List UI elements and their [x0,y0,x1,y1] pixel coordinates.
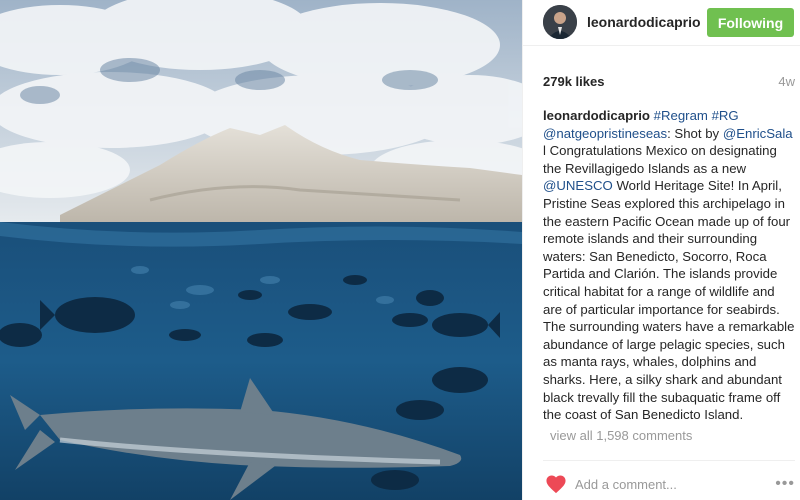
comment-footer: ••• [543,460,795,500]
caption-username[interactable]: leonardodicaprio [543,108,650,123]
following-button[interactable]: Following [707,8,794,37]
mention-natgeopristineseas[interactable]: @natgeopristineseas [543,126,667,141]
post-header: leonardodicaprio Following [523,0,800,46]
avatar[interactable] [543,5,577,39]
underwater-shark-image [0,0,522,500]
caption: leonardodicaprio #Regram #RG @natgeopris… [543,107,795,424]
likes-row: 279k likes 4w [543,74,795,92]
caption-text-3: World Heritage Site! In April, Pristine … [543,178,795,423]
post-sidebar: leonardodicaprio Following 279k likes 4w… [522,0,800,500]
caption-text-2: l Congratulations Mexico on designating … [543,143,777,176]
heart-icon[interactable] [545,474,567,494]
view-all-comments-link[interactable]: view all 1,598 comments [550,428,692,443]
add-comment-input[interactable] [575,474,755,494]
header-username[interactable]: leonardodicaprio [587,14,701,30]
avatar-image [543,5,577,39]
hashtag-regram[interactable]: #Regram [654,108,708,123]
mention-unesco[interactable]: @UNESCO [543,178,613,193]
more-options-icon[interactable]: ••• [775,475,795,493]
hashtag-rg[interactable]: #RG [712,108,739,123]
caption-text-1: : Shot by [667,125,723,141]
mention-enricsala[interactable]: @EnricSala [723,126,793,141]
post-age[interactable]: 4w [778,74,795,89]
likes-count[interactable]: 279k likes [543,74,604,89]
instagram-post: leonardodicaprio Following 279k likes 4w… [0,0,800,500]
post-photo[interactable] [0,0,522,500]
